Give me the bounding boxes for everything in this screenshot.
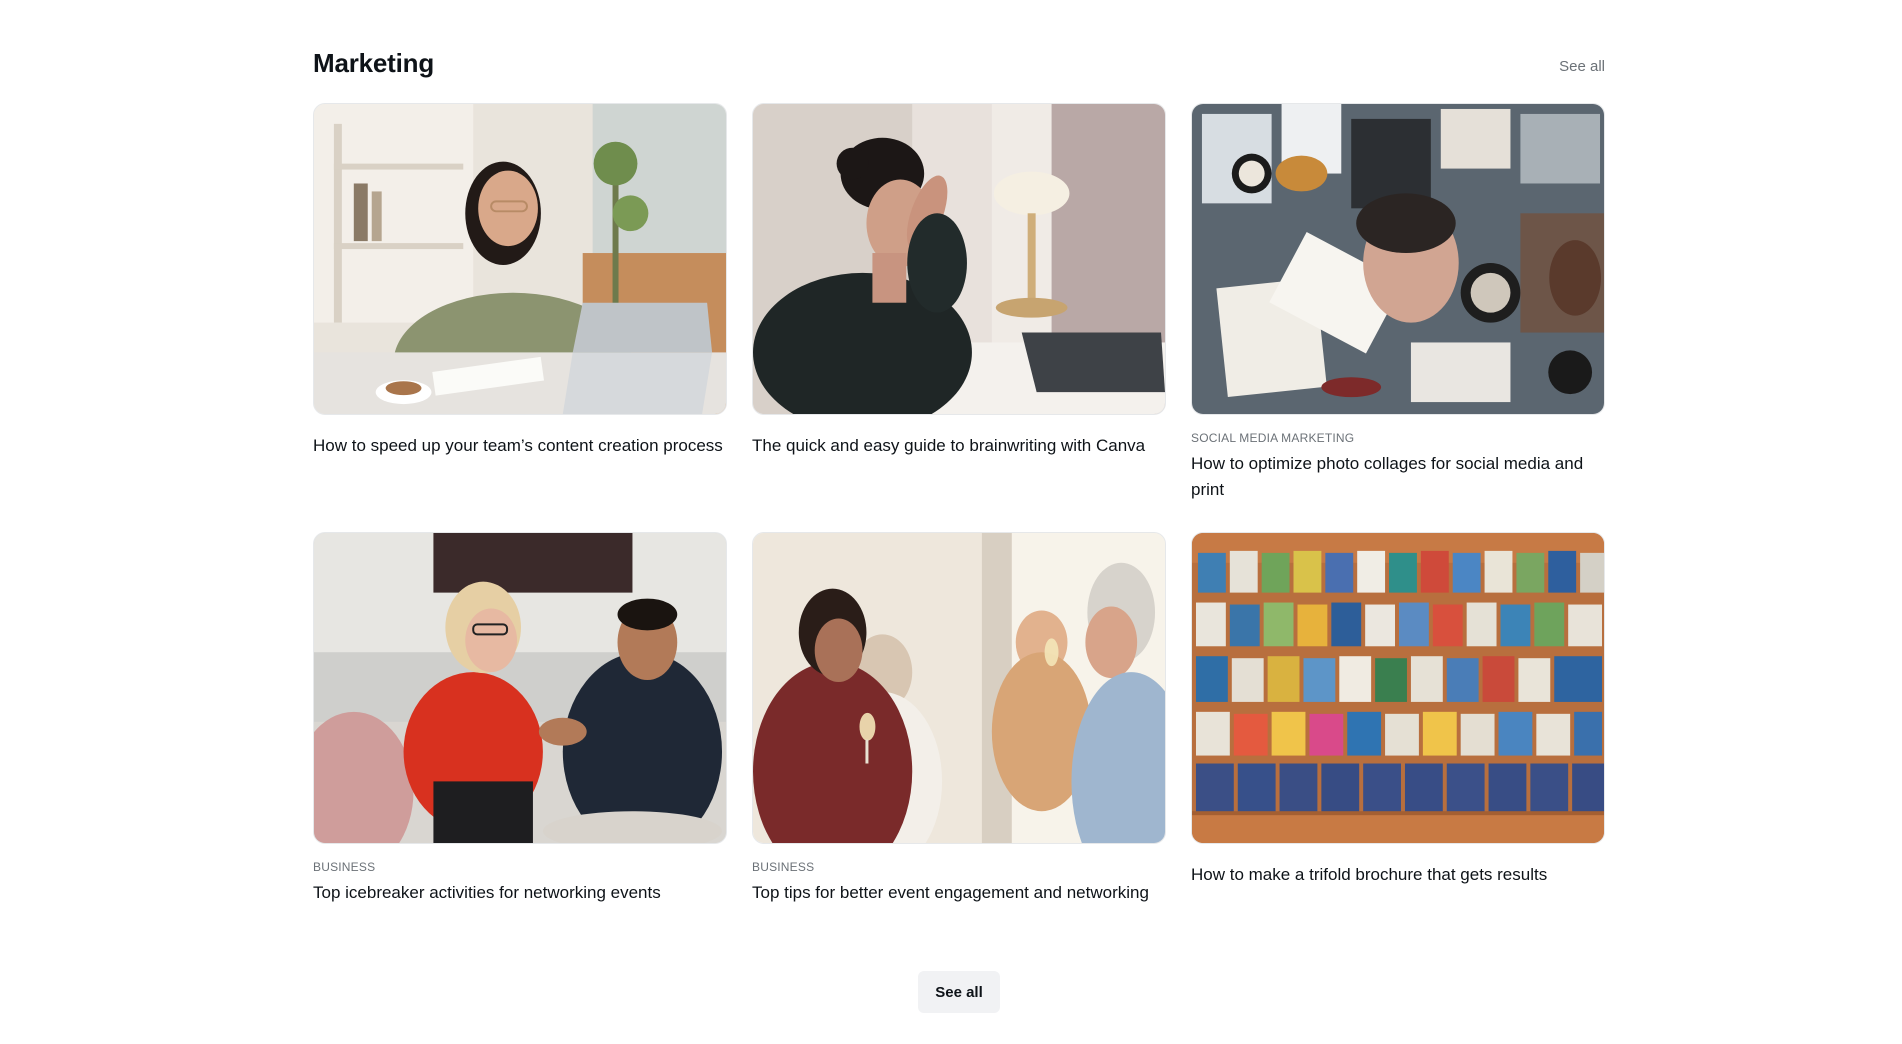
article-card[interactable]: BUSINESS Top icebreaker activities for n… — [313, 532, 727, 961]
article-category: SOCIAL MEDIA MARKETING — [1191, 431, 1355, 445]
article-card[interactable]: SOCIAL MEDIA MARKETING How to optimize p… — [1191, 103, 1605, 532]
article-category: BUSINESS — [752, 860, 815, 874]
article-title[interactable]: Top icebreaker activities for networking… — [313, 880, 727, 906]
article-meta: BUSINESS Top icebreaker activities for n… — [313, 844, 727, 906]
article-card[interactable]: How to speed up your team’s content crea… — [313, 103, 727, 532]
section-title: Marketing — [313, 48, 435, 78]
article-card[interactable]: BUSINESS Top tips for better event engag… — [752, 532, 1166, 961]
article-meta: How to make a trifold brochure that gets… — [1191, 844, 1605, 888]
see-all-link[interactable]: See all — [1559, 58, 1605, 75]
article-thumbnail[interactable] — [313, 103, 727, 415]
article-thumbnail[interactable] — [752, 103, 1166, 415]
brochure-rack-illustration — [1192, 533, 1604, 843]
article-title[interactable]: How to speed up your team’s content crea… — [313, 433, 727, 459]
article-title[interactable]: The quick and easy guide to brainwriting… — [752, 433, 1166, 459]
article-meta: The quick and easy guide to brainwriting… — [752, 415, 1166, 459]
article-category: BUSINESS — [313, 860, 376, 874]
article-meta: BUSINESS Top tips for better event engag… — [752, 844, 1166, 906]
people-talking-illustration — [314, 533, 726, 843]
article-thumbnail[interactable] — [1191, 103, 1605, 415]
article-grid: How to speed up your team’s content crea… — [313, 103, 1605, 961]
marketing-section: Marketing See all How to speed up your t… — [313, 44, 1605, 902]
article-thumbnail[interactable] — [752, 532, 1166, 844]
article-thumbnail[interactable] — [1191, 532, 1605, 844]
article-title[interactable]: How to make a trifold brochure that gets… — [1191, 862, 1605, 888]
article-meta: How to speed up your team’s content crea… — [313, 415, 727, 459]
woman-thinking-at-desk-illustration — [753, 104, 1165, 414]
article-meta: SOCIAL MEDIA MARKETING How to optimize p… — [1191, 415, 1605, 503]
woman-with-laptop-illustration — [314, 104, 726, 414]
article-card[interactable]: The quick and easy guide to brainwriting… — [752, 103, 1166, 532]
event-networking-illustration — [753, 533, 1165, 843]
article-thumbnail[interactable] — [313, 532, 727, 844]
article-title[interactable]: Top tips for better event engagement and… — [752, 880, 1166, 906]
article-title[interactable]: How to optimize photo collages for socia… — [1191, 451, 1605, 503]
see-all-button[interactable]: See all — [918, 971, 1000, 1013]
article-card[interactable]: How to make a trifold brochure that gets… — [1191, 532, 1605, 961]
photo-collage-illustration — [1192, 104, 1604, 414]
section-header: Marketing See all — [313, 44, 1605, 80]
